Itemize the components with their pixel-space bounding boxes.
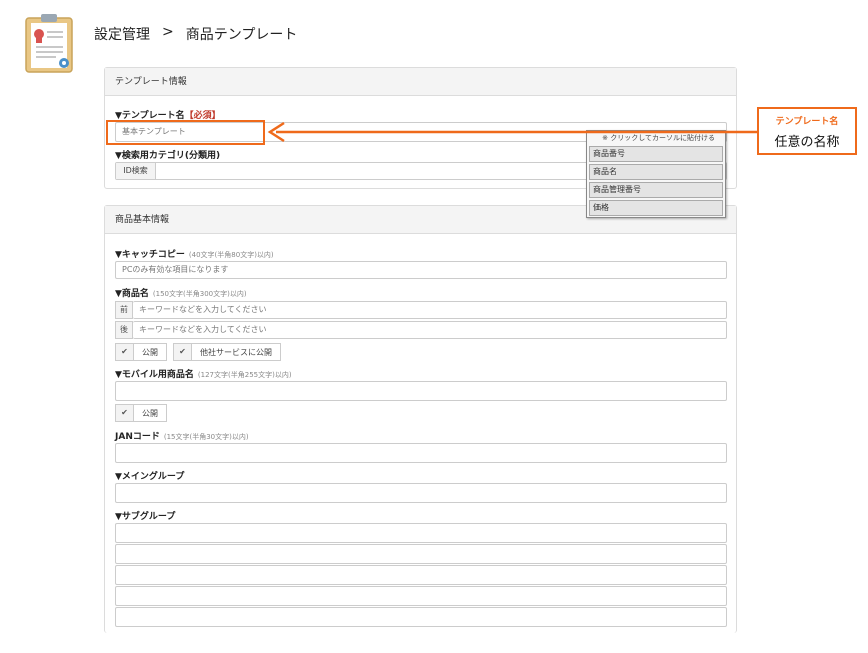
- catch-copy-label: ▼キャッチコピー (40文字(半角80文字)以内): [115, 250, 274, 260]
- sub-group-input-2[interactable]: [115, 544, 727, 564]
- category-label: ▼検索用カテゴリ(分類用): [115, 151, 221, 161]
- public-checkbox[interactable]: ✔ 公開: [115, 343, 167, 361]
- check-icon: ✔: [116, 405, 134, 421]
- breadcrumb: 設定管理 > 商品テンプレート: [94, 24, 297, 44]
- annotation-callout: テンプレート名 任意の名称: [757, 107, 857, 155]
- basic-info-panel: 商品基本情報 ▼キャッチコピー (40文字(半角80文字)以内) PCのみ有効な項…: [104, 205, 737, 633]
- other-service-checkbox[interactable]: ✔ 他社サービスに公開: [173, 343, 281, 361]
- callout-body: 任意の名称: [774, 135, 840, 150]
- popup-item-product-number[interactable]: 商品番号: [589, 146, 723, 162]
- breadcrumb-parent[interactable]: 設定管理: [94, 24, 150, 44]
- mobile-public-checkbox[interactable]: ✔ 公開: [115, 404, 167, 422]
- annotation-arrow-icon: [267, 121, 759, 143]
- product-name-label: ▼商品名 (150文字(半角300文字)以内): [115, 289, 247, 299]
- catch-copy-input[interactable]: PCのみ有効な項目になります: [115, 261, 727, 279]
- sub-group-input-1[interactable]: [115, 523, 727, 543]
- clipboard-icon: [25, 14, 73, 73]
- popup-item-product-name[interactable]: 商品名: [589, 164, 723, 180]
- product-name-front-input[interactable]: キーワードなどを入力してください: [133, 301, 727, 319]
- template-info-heading: テンプレート情報: [105, 68, 736, 96]
- popup-item-price[interactable]: 価格: [589, 200, 723, 216]
- check-icon: ✔: [174, 344, 192, 360]
- jan-code-label: JANコード (15文字(半角30文字)以内): [115, 432, 249, 442]
- callout-title: テンプレート名: [775, 117, 839, 127]
- template-name-highlight: [106, 120, 265, 145]
- breadcrumb-separator: >: [162, 24, 174, 40]
- prefix-back: 後: [115, 321, 133, 339]
- main-group-label: ▼メイングループ: [115, 472, 185, 482]
- sub-group-input-3[interactable]: [115, 565, 727, 585]
- sub-group-input-5[interactable]: [115, 607, 727, 627]
- main-group-input[interactable]: [115, 483, 727, 503]
- product-name-back-input[interactable]: キーワードなどを入力してください: [133, 321, 727, 339]
- mobile-name-label: ▼モバイル用商品名 (127文字(半角255文字)以内): [115, 370, 292, 380]
- mobile-name-input[interactable]: [115, 381, 727, 401]
- jan-code-input[interactable]: [115, 443, 727, 463]
- sub-group-label: ▼サブグループ: [115, 512, 176, 522]
- breadcrumb-current: 商品テンプレート: [185, 27, 298, 43]
- sub-group-input-4[interactable]: [115, 586, 727, 606]
- popup-item-management-number[interactable]: 商品管理番号: [589, 182, 723, 198]
- id-search-button[interactable]: ID検索: [116, 163, 156, 179]
- prefix-front: 前: [115, 301, 133, 319]
- check-icon: ✔: [116, 344, 134, 360]
